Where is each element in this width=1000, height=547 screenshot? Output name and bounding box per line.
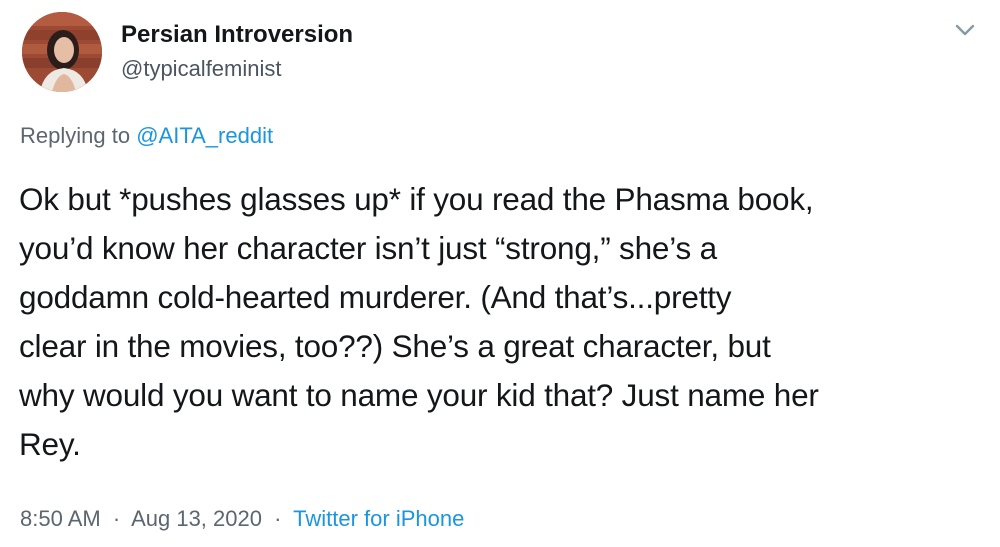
tweet-text-line: goddamn cold-hearted murderer. (And that… [19,279,732,315]
chevron-down-icon[interactable] [952,21,978,41]
tweet-text: Ok but *pushes glasses up* if you read t… [19,175,984,469]
tweet-text-line: clear in the movies, too??) She’s a grea… [19,328,771,364]
reply-mention-link[interactable]: @AITA_reddit [136,123,273,148]
tweet-metadata: 8:50 AM · Aug 13, 2020 · Twitter for iPh… [20,506,464,532]
meta-separator: · [274,506,282,531]
tweet-source-link[interactable]: Twitter for iPhone [293,506,464,531]
replying-to: Replying to @AITA_reddit [20,123,273,149]
tweet-text-line: Ok but *pushes glasses up* if you read t… [19,181,814,217]
avatar[interactable] [22,12,102,92]
tweet-text-line: you’d know her character isn’t just “str… [19,230,717,266]
tweet-card: Persian Introversion @typicalfeminist Re… [0,0,1000,547]
tweet-text-line: why would you want to name your kid that… [19,377,819,413]
replying-prefix: Replying to [20,123,131,148]
avatar-image [22,12,102,92]
tweet-text-line: Rey. [19,426,81,462]
author-handle[interactable]: @typicalfeminist [121,56,282,82]
author-display-name[interactable]: Persian Introversion [121,21,353,49]
tweet-time[interactable]: 8:50 AM [20,506,101,531]
tweet-date[interactable]: Aug 13, 2020 [131,506,262,531]
meta-separator: · [112,506,121,531]
